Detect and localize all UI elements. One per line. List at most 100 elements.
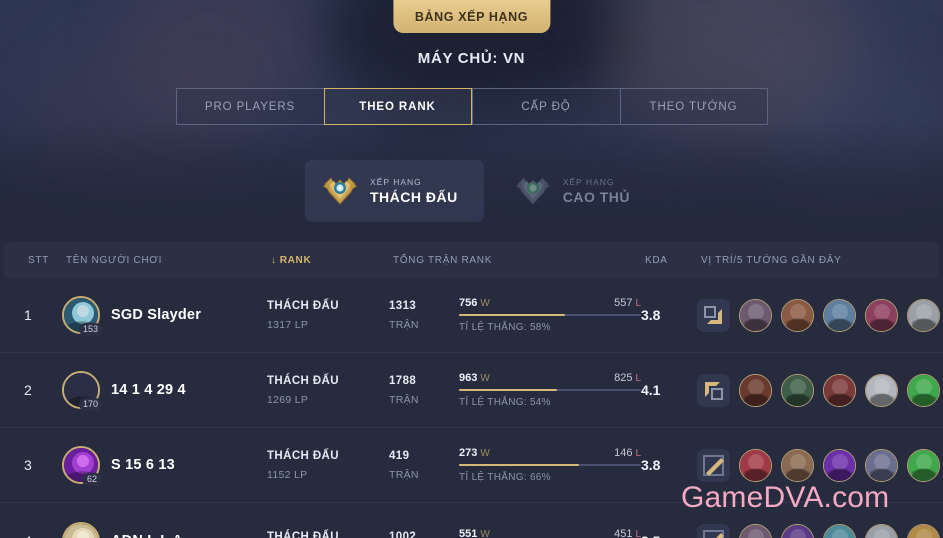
column-header-player-name: TÊN NGƯỜI CHƠI: [66, 254, 163, 266]
level-badge: 153: [78, 323, 102, 336]
row-positions-cell: [697, 373, 943, 407]
champion-icon[interactable]: [865, 373, 898, 407]
total-stack: 1788 TRẬN: [389, 375, 459, 406]
table-row[interactable]: 1 153 SGD Slayder THÁCH ĐẤU 1317 LP 1313 TRẬN 7…: [0, 278, 943, 353]
row-rank-number: 1: [24, 307, 32, 323]
column-header-kda: KDA: [645, 254, 668, 266]
row-player-cell[interactable]: 170 14 1 4 29 4: [62, 371, 267, 411]
avatar[interactable]: 153: [62, 296, 102, 336]
player[interactable]: 153 SGD Slayder: [62, 296, 267, 336]
hero-header: BẢNG XẾP HẠNG MÁY CHỦ: VN PRO PLAYERS TH…: [0, 0, 943, 242]
rank-lp: 1152 LP: [267, 468, 308, 481]
champion-icon[interactable]: [739, 298, 772, 332]
tier-name: THÁCH ĐẤU: [370, 189, 458, 205]
row-kda: 3.8: [641, 457, 661, 473]
row-player-cell[interactable]: 62 S 15 6 13: [62, 446, 267, 486]
wins: 273 W: [459, 446, 490, 459]
leaderboard-page: BẢNG XẾP HẠNG MÁY CHỦ: VN PRO PLAYERS TH…: [0, 0, 943, 538]
total-games-label: TRẬN: [389, 318, 419, 331]
rank-tier: THÁCH ĐẤU: [267, 374, 339, 387]
avatar[interactable]: 62: [62, 446, 102, 486]
champion-icon[interactable]: [781, 298, 814, 332]
champion-icon[interactable]: [907, 373, 940, 407]
player-name: 14 1 4 29 4: [111, 382, 186, 398]
row-kda: 3.8: [641, 307, 661, 323]
top-lane-icon[interactable]: [697, 373, 730, 407]
tier-option-cao-thu[interactable]: XẾP HẠNG CAO THỦ: [498, 160, 656, 222]
row-positions-cell: [697, 298, 943, 332]
row-total-games-cell: 1313 TRẬN: [389, 300, 459, 331]
column-header-rank[interactable]: ↓ RANK: [271, 255, 393, 266]
player[interactable]: ADN L L ^: [62, 521, 267, 538]
row-kda: 4.1: [641, 382, 661, 398]
losses: 146 L: [614, 446, 641, 459]
position-and-champions: [697, 524, 943, 538]
rank-lp: 1317 LP: [267, 318, 309, 331]
winloss-header: 551 W 451 L: [459, 528, 641, 538]
tab-theo-rank[interactable]: THEO RANK: [323, 88, 472, 125]
player[interactable]: 62 S 15 6 13: [62, 446, 267, 486]
winrate-bar: [459, 463, 641, 467]
total-games: 419: [389, 449, 410, 462]
table-row[interactable]: 2 170 14 1 4 29 4 THÁCH ĐẤU 1269 LP 1788 TRẬN 9…: [0, 353, 943, 428]
row-winloss-cell: 963 W 825 L TỈ LỆ THẮNG: 54%: [459, 372, 641, 408]
winrate-label: TỈ LỆ THẮNG: 66%: [459, 472, 551, 484]
row-total-games-cell: 1788 TRẬN: [389, 375, 459, 406]
tab-pro-players[interactable]: PRO PLAYERS: [175, 88, 324, 125]
rank-stack: THÁCH ĐẤU 1152 LP: [267, 450, 389, 481]
row-rank-cell: THÁCH ĐẤU: [267, 531, 389, 538]
champion-icon[interactable]: [781, 448, 814, 482]
champion-icon[interactable]: [907, 524, 940, 538]
tier-option-texts: XẾP HẠNG CAO THỦ: [563, 177, 630, 205]
bottom-lane-icon[interactable]: [697, 298, 730, 332]
row-player-cell[interactable]: 153 SGD Slayder: [62, 296, 267, 336]
tab-theo-tuong[interactable]: THEO TƯỚNG: [619, 88, 768, 125]
table-row[interactable]: 4 ADN L L ^ THÁCH ĐẤU 1002 551W 451L3.5: [0, 503, 943, 538]
avatar[interactable]: [62, 521, 100, 538]
grandmaster-crest-icon: [514, 172, 552, 210]
mid-lane-icon[interactable]: [697, 448, 730, 482]
player-name: SGD Slayder: [111, 307, 202, 323]
champion-icon[interactable]: [739, 373, 772, 407]
mid-lane-icon[interactable]: [697, 524, 730, 538]
winrate-bar: [459, 388, 641, 392]
server-label: MÁY CHỦ: VN: [417, 50, 526, 67]
player[interactable]: 170 14 1 4 29 4: [62, 371, 267, 411]
rank-tier: THÁCH ĐẤU: [267, 299, 339, 312]
table-row[interactable]: 3 62 S 15 6 13 THÁCH ĐẤU 1152 LP 419 TRẬN 273 W 1…: [0, 428, 943, 503]
level-badge: 170: [78, 398, 102, 411]
winloss-header: 963 W 825 L: [459, 372, 641, 384]
column-header-positions: VỊ TRÍ/5 TƯỚNG GẦN ĐÂY: [701, 254, 842, 266]
champion-icon[interactable]: [739, 448, 772, 482]
rank-lp: 1269 LP: [267, 393, 309, 406]
row-rank-number: 2: [24, 382, 32, 398]
champion-icon[interactable]: [865, 298, 898, 332]
column-header-rank-label: RANK: [279, 254, 312, 266]
rank-stack: THÁCH ĐẤU 1317 LP: [267, 300, 389, 331]
champion-icon[interactable]: [823, 373, 856, 407]
winrate-bar: [459, 313, 641, 317]
row-positions-cell: [697, 448, 943, 482]
wins: 756 W: [459, 296, 490, 309]
champion-icon[interactable]: [781, 373, 814, 407]
tier-option-thach-dau[interactable]: XẾP HẠNG THÁCH ĐẤU: [305, 160, 484, 222]
champion-icon[interactable]: [907, 448, 940, 482]
champion-icon[interactable]: [865, 448, 898, 482]
champion-icon[interactable]: [823, 298, 856, 332]
champion-icon[interactable]: [823, 524, 856, 538]
champion-icon[interactable]: [907, 298, 940, 332]
champion-icon[interactable]: [823, 448, 856, 482]
column-header-total-games: TỔNG TRẬN RANK: [393, 254, 493, 266]
table-header-row: STT TÊN NGƯỜI CHƠI ↓ RANK TỔNG TRẬN RANK …: [4, 242, 939, 278]
rank-tier: THÁCH ĐẤU: [267, 449, 339, 462]
row-winloss-cell: 551 W 451 L: [459, 528, 641, 538]
level-badge: 62: [82, 473, 102, 486]
champion-icon[interactable]: [865, 524, 898, 538]
row-player-cell[interactable]: ADN L L ^: [62, 521, 267, 538]
avatar[interactable]: 170: [62, 371, 102, 411]
hero-backdrop-blur: [760, 60, 943, 230]
champion-icon[interactable]: [781, 524, 814, 538]
tab-cap-do[interactable]: CẤP ĐỘ: [471, 88, 620, 125]
winloss-header: 756 W 557 L: [459, 297, 641, 309]
champion-icon[interactable]: [739, 524, 772, 538]
